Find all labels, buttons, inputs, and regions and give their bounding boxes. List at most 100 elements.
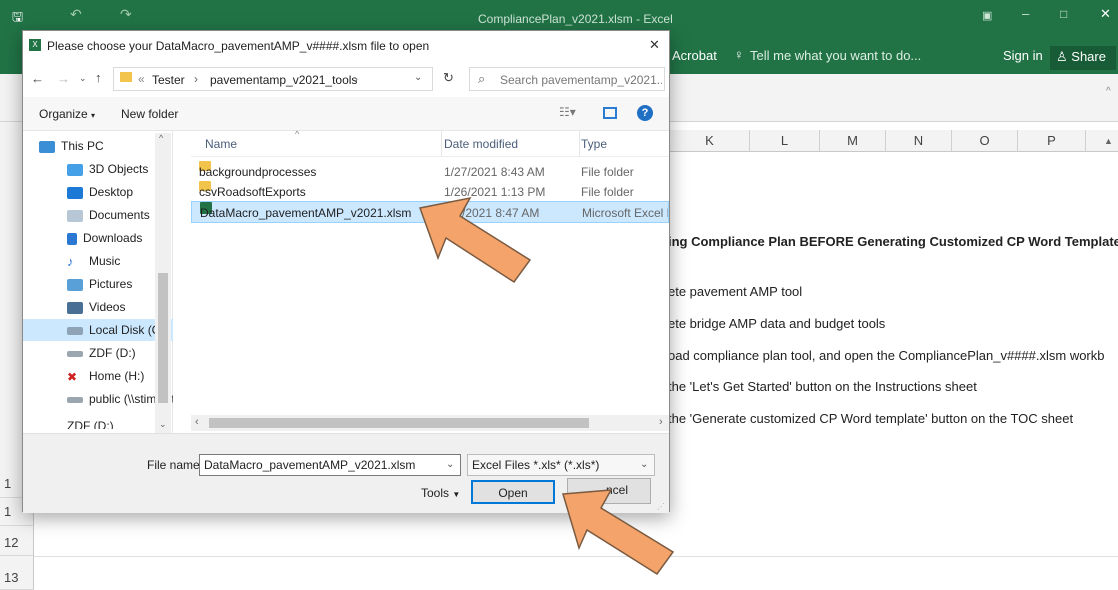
- nav-item-music[interactable]: ♪ Music: [67, 250, 120, 272]
- file-row[interactable]: backgroundprocesses 1/27/2021 8:43 AM Fi…: [191, 161, 669, 183]
- nav-item-pictures[interactable]: Pictures: [67, 273, 132, 295]
- minimize-icon[interactable]: –: [1022, 6, 1029, 21]
- search-box[interactable]: ⌕ Search pavementamp_v2021...: [469, 67, 665, 91]
- new-folder-button[interactable]: New folder: [121, 107, 178, 121]
- chevron-down-icon[interactable]: ⌄: [446, 455, 454, 475]
- nav-item-local-disk[interactable]: Local Disk (C:): [23, 319, 173, 341]
- tools-button[interactable]: Tools ▼: [421, 486, 460, 500]
- tools-label: Tools: [421, 486, 450, 500]
- search-input[interactable]: Search pavementamp_v2021...: [500, 73, 662, 87]
- cell-text[interactable]: ing Compliance Plan BEFORE Generating Cu…: [668, 234, 1118, 249]
- nav-label: Music: [89, 254, 121, 268]
- file-type: File folder: [581, 165, 634, 179]
- network-drive-icon: [67, 350, 83, 357]
- ribbon-display-icon[interactable]: ▣: [982, 9, 992, 22]
- row-header[interactable]: 12: [0, 530, 34, 556]
- sign-in-link[interactable]: Sign in: [1003, 48, 1043, 63]
- maximize-icon[interactable]: □: [1060, 7, 1067, 21]
- scroll-down-icon[interactable]: ⌄: [159, 419, 167, 430]
- nav-label: Videos: [89, 300, 126, 314]
- nav-item-home[interactable]: ✖ Home (H:): [67, 365, 144, 387]
- scroll-up-icon[interactable]: ▲: [1104, 136, 1113, 146]
- column-header[interactable]: O: [952, 130, 1018, 152]
- column-header[interactable]: P: [1018, 130, 1086, 152]
- help-icon[interactable]: ?: [637, 105, 653, 121]
- column-divider[interactable]: [441, 131, 442, 157]
- scrollbar-thumb[interactable]: [158, 273, 168, 403]
- forward-icon[interactable]: →: [57, 71, 70, 86]
- scroll-up-icon[interactable]: ^: [159, 133, 163, 143]
- column-header[interactable]: L: [750, 130, 820, 152]
- close-icon[interactable]: ✕: [1100, 6, 1111, 22]
- overflow-icon[interactable]: «: [138, 72, 145, 86]
- scrollbar-thumb[interactable]: [209, 418, 589, 428]
- cell-text[interactable]: oad compliance plan tool, and open the C…: [668, 348, 1118, 363]
- chevron-down-icon[interactable]: ⌄: [640, 455, 648, 475]
- file-name-input[interactable]: DataMacro_pavementAMP_v2021.xlsm ⌄: [199, 454, 461, 476]
- breadcrumb-item[interactable]: pavementamp_v2021_tools: [210, 73, 357, 87]
- column-name[interactable]: Name: [205, 137, 237, 151]
- cell-text[interactable]: ete bridge AMP data and budget tools: [668, 316, 885, 331]
- column-header[interactable]: N: [886, 130, 952, 152]
- search-icon: ⌕: [478, 71, 486, 86]
- dialog-close-icon[interactable]: ✕: [649, 37, 660, 53]
- chevron-right-icon: ›: [354, 72, 358, 86]
- view-options-icon[interactable]: ☷▾: [559, 105, 576, 119]
- column-divider[interactable]: [579, 131, 580, 157]
- tab-acrobat[interactable]: Acrobat: [672, 48, 717, 63]
- file-type: File folder: [581, 185, 634, 199]
- file-date: 1/27/2021 8:43 AM: [444, 165, 545, 179]
- organize-button[interactable]: Organize ▾: [39, 107, 95, 121]
- collapse-ribbon-icon[interactable]: ^: [1106, 86, 1111, 97]
- address-bar[interactable]: « Tester › pavementamp_v2021_tools › ⌄: [113, 67, 433, 91]
- address-bar-row: ← → ⌄ ↑ « Tester › pavementamp_v2021_too…: [23, 61, 669, 97]
- dialog-title: Please choose your DataMacro_pavementAMP…: [47, 39, 430, 53]
- document-icon: [67, 209, 83, 222]
- cell-text[interactable]: the 'Generate customized CP Word templat…: [668, 411, 1073, 426]
- scroll-right-icon[interactable]: ›: [659, 416, 663, 428]
- network-drive-icon: [67, 396, 83, 403]
- save-icon[interactable]: 🖫: [12, 8, 23, 30]
- cell-text[interactable]: ete pavement AMP tool: [668, 284, 802, 299]
- nav-label: Home (H:): [89, 369, 145, 383]
- row-header[interactable]: 13: [0, 566, 34, 590]
- breadcrumb-item[interactable]: Tester: [152, 73, 185, 87]
- file-type-filter[interactable]: Excel Files *.xls* (*.xls*) ⌄: [467, 454, 655, 476]
- excel-icon: X: [29, 39, 41, 51]
- column-header[interactable]: K: [670, 130, 750, 152]
- nav-item-downloads[interactable]: Downloads: [67, 227, 142, 249]
- nav-scrollbar[interactable]: ^ ⌄: [155, 133, 171, 433]
- nav-item-3d-objects[interactable]: 3D Objects: [67, 158, 148, 180]
- nav-item-desktop[interactable]: Desktop: [67, 181, 133, 203]
- refresh-icon[interactable]: ↻: [443, 70, 454, 86]
- nav-item-zdf[interactable]: ZDF (D:): [67, 342, 136, 364]
- nav-label: Desktop: [89, 185, 134, 199]
- scroll-left-icon[interactable]: ‹: [195, 416, 199, 428]
- open-button[interactable]: Open: [471, 480, 555, 504]
- recent-locations-icon[interactable]: ⌄: [79, 73, 87, 84]
- column-type[interactable]: Type: [581, 137, 607, 151]
- sort-icon: ^: [295, 129, 300, 139]
- cell-text[interactable]: the 'Let's Get Started' button on the In…: [668, 379, 977, 394]
- nav-item-videos[interactable]: Videos: [67, 296, 125, 318]
- share-button[interactable]: ♙ Share: [1050, 46, 1116, 70]
- column-header[interactable]: M: [820, 130, 886, 152]
- chevron-down-icon[interactable]: ⌄: [414, 72, 422, 83]
- undo-icon[interactable]: ↶: [70, 6, 82, 23]
- nav-item-zdf-partial[interactable]: ZDF (D:): [67, 415, 114, 429]
- desktop-icon: [67, 186, 83, 199]
- nav-label: Documents: [89, 208, 150, 222]
- redo-icon[interactable]: ↷: [120, 6, 132, 23]
- horizontal-scrollbar[interactable]: ‹ ›: [191, 415, 669, 431]
- back-icon[interactable]: ←: [31, 71, 44, 86]
- column-date[interactable]: Date modified: [444, 137, 518, 151]
- folder-icon: [120, 72, 132, 82]
- preview-pane-icon[interactable]: [603, 107, 617, 119]
- up-icon[interactable]: ↑: [95, 70, 102, 85]
- file-name-value: DataMacro_pavementAMP_v2021.xlsm: [204, 458, 416, 472]
- file-open-dialog: X Please choose your DataMacro_pavementA…: [22, 30, 670, 513]
- nav-item-documents[interactable]: Documents: [67, 204, 150, 226]
- nav-item-this-pc[interactable]: This PC: [39, 135, 104, 157]
- tell-me-input[interactable]: Tell me what you want to do...: [750, 48, 921, 63]
- navigation-pane: This PC 3D Objects Desktop Documents Dow…: [23, 131, 173, 433]
